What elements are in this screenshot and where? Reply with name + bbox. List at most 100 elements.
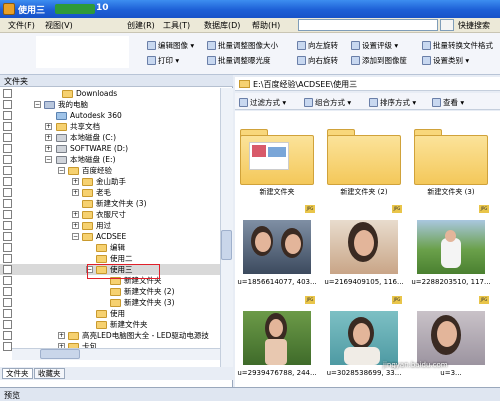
tree-item[interactable]: + 本地磁盘 (C:) bbox=[0, 132, 220, 143]
checkbox[interactable] bbox=[3, 232, 12, 241]
checkbox[interactable] bbox=[3, 188, 12, 197]
collapse-icon[interactable]: − bbox=[58, 167, 65, 174]
checkbox[interactable] bbox=[3, 111, 12, 120]
menu-view[interactable]: 视图(V) bbox=[45, 20, 73, 31]
tree-item[interactable]: + 衣服尺寸 bbox=[0, 209, 220, 220]
tree-item[interactable]: Downloads bbox=[0, 88, 220, 99]
expand-icon[interactable]: + bbox=[72, 222, 79, 229]
tree-item[interactable]: + 用过 bbox=[0, 220, 220, 231]
checkbox[interactable] bbox=[3, 133, 12, 142]
checkbox[interactable] bbox=[3, 100, 12, 109]
checkbox[interactable] bbox=[3, 243, 12, 252]
face bbox=[353, 323, 370, 345]
jpg-badge-icon: JPG bbox=[479, 205, 489, 213]
tree-item[interactable]: 新建文件夹 (3) bbox=[0, 198, 220, 209]
group-button[interactable]: 组合方式 ▾ bbox=[304, 97, 351, 108]
add-to-basket-button[interactable]: 添加到图像筐 bbox=[351, 55, 407, 66]
checkbox[interactable] bbox=[3, 331, 12, 340]
tree-item[interactable]: + 金山助手 bbox=[0, 176, 220, 187]
checkbox[interactable] bbox=[3, 155, 12, 164]
app-icon bbox=[3, 3, 15, 15]
convert-icon bbox=[422, 41, 431, 50]
menu-tools[interactable]: 工具(T) bbox=[163, 20, 190, 31]
expand-icon[interactable]: + bbox=[45, 134, 52, 141]
tree-item[interactable]: 编辑 bbox=[0, 242, 220, 253]
expand-icon[interactable]: + bbox=[58, 332, 65, 339]
checkbox[interactable] bbox=[3, 177, 12, 186]
folder-icon bbox=[240, 135, 314, 185]
tree-item[interactable]: 新建文件夹 bbox=[0, 319, 220, 330]
rotate-left-icon bbox=[297, 41, 306, 50]
tree-item[interactable]: + SOFTWARE (D:) bbox=[0, 143, 220, 154]
tree-item[interactable]: − 我的电脑 bbox=[0, 99, 220, 110]
tree-vertical-scrollbar[interactable] bbox=[220, 88, 233, 368]
search-icon[interactable] bbox=[440, 19, 454, 31]
tree-item[interactable]: 使用 bbox=[0, 308, 220, 319]
checkbox[interactable] bbox=[3, 320, 12, 329]
quick-search-input[interactable] bbox=[298, 19, 438, 31]
tree-item[interactable]: − ACDSEE bbox=[0, 231, 220, 242]
tree-item[interactable]: Autodesk 360 bbox=[0, 110, 220, 121]
tree-item[interactable]: 使用二 bbox=[0, 253, 220, 264]
checkbox[interactable] bbox=[3, 166, 12, 175]
edit-image-button[interactable]: 编辑图像 ▾ bbox=[147, 40, 194, 51]
tree-item[interactable]: − 本地磁盘 (E:) bbox=[0, 154, 220, 165]
tree-item[interactable]: − 百度经验 bbox=[0, 165, 220, 176]
rotate-right-button[interactable]: 向右旋转 bbox=[297, 55, 338, 66]
checkbox[interactable] bbox=[3, 199, 12, 208]
menu-create[interactable]: 创建(R) bbox=[127, 20, 155, 31]
checkbox[interactable] bbox=[3, 89, 12, 98]
menu-help[interactable]: 帮助(H) bbox=[252, 20, 280, 31]
checkbox[interactable] bbox=[3, 221, 12, 230]
file-name: u=3028538699, 33... bbox=[326, 369, 402, 377]
checkbox[interactable] bbox=[3, 122, 12, 131]
rotate-left-button[interactable]: 向左旋转 bbox=[297, 40, 338, 51]
batch-convert-button[interactable]: 批量转换文件格式 bbox=[422, 40, 493, 51]
expand-icon[interactable]: + bbox=[45, 123, 52, 130]
menu-file[interactable]: 文件(F) bbox=[8, 20, 35, 31]
expand-icon[interactable]: + bbox=[45, 145, 52, 152]
face bbox=[269, 319, 283, 337]
tree-vertical-scroll-thumb[interactable] bbox=[221, 230, 232, 260]
batch-resize-button[interactable]: 批量调整图像大小 bbox=[207, 40, 278, 51]
checkbox[interactable] bbox=[3, 276, 12, 285]
checkbox[interactable] bbox=[3, 298, 12, 307]
checkbox[interactable] bbox=[3, 309, 12, 318]
file-name: 新建文件夹 (2) bbox=[340, 188, 388, 196]
checkbox[interactable] bbox=[3, 254, 12, 263]
checkbox[interactable] bbox=[3, 287, 12, 296]
tree-item[interactable]: 新建文件夹 (3) bbox=[0, 297, 220, 308]
collapse-icon[interactable]: − bbox=[45, 156, 52, 163]
checkbox[interactable] bbox=[3, 144, 12, 153]
title-bar: 使用三 10 bbox=[0, 0, 500, 18]
folder-icon bbox=[82, 178, 93, 186]
preview-panel-header[interactable]: 预览 bbox=[0, 387, 500, 401]
expand-icon[interactable]: + bbox=[72, 211, 79, 218]
filter-button[interactable]: 过滤方式 ▾ bbox=[239, 97, 286, 108]
sort-button[interactable]: 排序方式 ▾ bbox=[369, 97, 416, 108]
set-rating-button[interactable]: 设置评级 ▾ bbox=[351, 40, 398, 51]
address-bar[interactable]: E:\百度经验\ACDSEE\使用三 bbox=[235, 77, 500, 91]
view-button[interactable]: 查看 ▾ bbox=[432, 97, 464, 108]
expand-icon[interactable]: + bbox=[72, 189, 79, 196]
print-button[interactable]: 打印 ▾ bbox=[147, 55, 179, 66]
menu-database[interactable]: 数据库(D) bbox=[204, 20, 240, 31]
collapse-icon[interactable]: − bbox=[72, 233, 79, 240]
checkbox[interactable] bbox=[3, 342, 12, 351]
tree-item[interactable]: + 高亮LED电脑图大全 - LED驱动电源技 bbox=[0, 330, 220, 341]
batch-exposure-button[interactable]: 批量调整曝光度 bbox=[207, 55, 271, 66]
set-category-button[interactable]: 设置类别 ▾ bbox=[422, 55, 469, 66]
expand-icon[interactable]: + bbox=[72, 178, 79, 185]
tree-item[interactable]: + 共享文档 bbox=[0, 121, 220, 132]
figure bbox=[265, 339, 287, 365]
tab-folders[interactable]: 文件夹 bbox=[2, 368, 33, 379]
checkbox[interactable] bbox=[3, 210, 12, 219]
checkbox[interactable] bbox=[3, 265, 12, 274]
collapse-icon[interactable]: − bbox=[34, 101, 41, 108]
tree-item[interactable]: + 老毛 bbox=[0, 187, 220, 198]
tree-horizontal-scroll-thumb[interactable] bbox=[40, 349, 80, 359]
tab-favorites[interactable]: 收藏夹 bbox=[34, 368, 65, 379]
file-name: u=1856614077, 403... bbox=[237, 278, 317, 286]
tree-item[interactable]: 新建文件夹 (2) bbox=[0, 286, 220, 297]
quick-search-label[interactable]: 快捷搜索 bbox=[458, 20, 490, 31]
